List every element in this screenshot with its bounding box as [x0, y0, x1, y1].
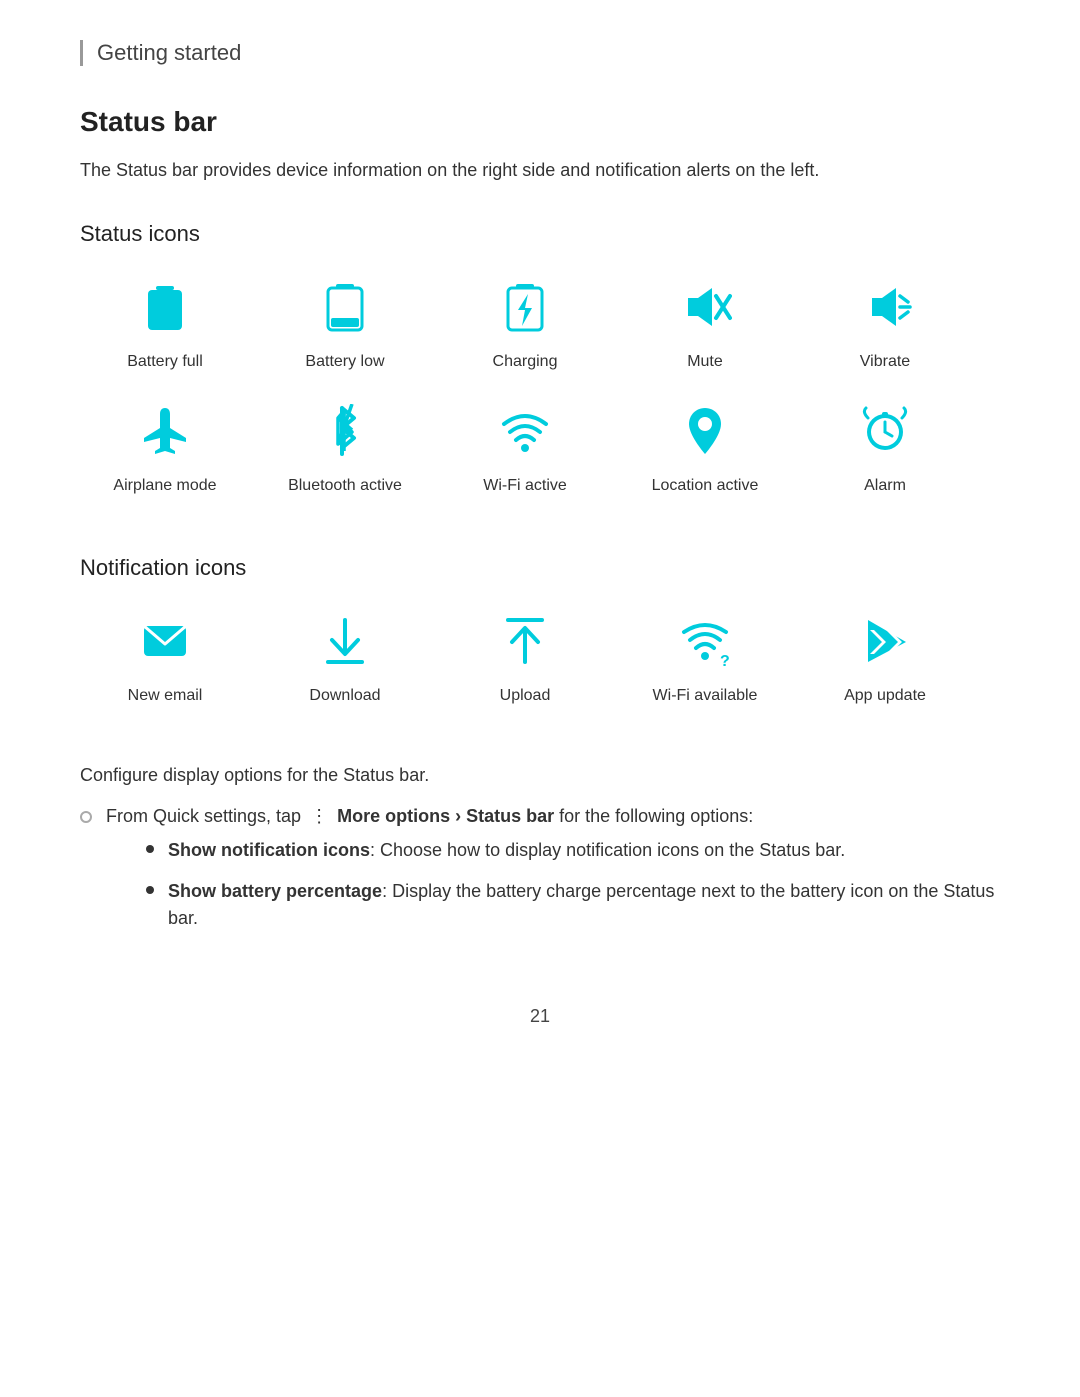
sub-bullet-1: Show notification icons: Choose how to d… [146, 837, 1000, 864]
notification-icons-heading: Notification icons [80, 555, 1000, 581]
new-email-icon [129, 605, 201, 677]
status-icon-vibrate: Vibrate [800, 271, 970, 371]
wifi-active-label: Wi-Fi active [483, 477, 567, 495]
wifi-available-icon: ? [669, 605, 741, 677]
notification-icon-upload: Upload [440, 605, 610, 705]
battery-full-icon [129, 271, 201, 343]
notification-icon-new-email: New email [80, 605, 250, 705]
battery-low-label: Battery low [305, 353, 384, 371]
wifi-active-icon [489, 395, 561, 467]
sub-bullet-2-text: Show battery percentage: Display the bat… [168, 878, 1000, 932]
notification-icon-wifi-available: ? Wi-Fi available [620, 605, 790, 705]
wifi-available-label: Wi-Fi available [653, 687, 758, 705]
mute-icon [669, 271, 741, 343]
status-icons-heading: Status icons [80, 221, 1000, 247]
breadcrumb: Getting started [80, 40, 1000, 66]
upload-icon [489, 605, 561, 677]
charging-label: Charging [493, 353, 558, 371]
alarm-label: Alarm [864, 477, 906, 495]
status-icon-airplane-mode: Airplane mode [80, 395, 250, 495]
bluetooth-active-icon [309, 395, 381, 467]
airplane-mode-icon [129, 395, 201, 467]
mute-label: Mute [687, 353, 723, 371]
breadcrumb-text: Getting started [97, 40, 241, 65]
configure-more-options: More options › Status bar [337, 806, 554, 826]
dot-icon-2 [146, 886, 154, 894]
status-icon-location-active: Location active [620, 395, 790, 495]
bluetooth-active-label: Bluetooth active [288, 477, 402, 495]
sub-bullet-2: Show battery percentage: Display the bat… [146, 878, 1000, 932]
show-notification-bold: Show notification icons [168, 840, 370, 860]
configure-main-prefix: From Quick settings, tap [106, 806, 301, 826]
vibrate-label: Vibrate [860, 353, 910, 371]
app-update-icon [849, 605, 921, 677]
vibrate-icon [849, 271, 921, 343]
configure-list: From Quick settings, tap ⋮ More options … [80, 806, 1000, 946]
download-icon [309, 605, 381, 677]
status-icon-alarm: Alarm [800, 395, 970, 495]
configure-main-end: for the following options: [559, 806, 753, 826]
download-label: Download [309, 687, 380, 705]
notification-icon-app-update: App update [800, 605, 970, 705]
charging-icon [489, 271, 561, 343]
new-email-label: New email [128, 687, 203, 705]
alarm-icon [849, 395, 921, 467]
dot-icon-1 [146, 845, 154, 853]
intro-paragraph: The Status bar provides device informati… [80, 156, 1000, 185]
page-number: 21 [80, 1006, 1000, 1027]
circle-bullet-icon [80, 811, 92, 823]
configure-sub-list: Show notification icons: Choose how to d… [146, 837, 1000, 932]
status-icons-grid: Battery full Battery low Charging [80, 271, 1000, 519]
configure-main-bullet: From Quick settings, tap ⋮ More options … [80, 806, 1000, 946]
configure-text: Configure display options for the Status… [80, 765, 1000, 786]
status-icon-bluetooth-active: Bluetooth active [260, 395, 430, 495]
status-icon-battery-low: Battery low [260, 271, 430, 371]
upload-label: Upload [500, 687, 551, 705]
airplane-mode-label: Airplane mode [113, 477, 216, 495]
configure-main-text: From Quick settings, tap ⋮ More options … [106, 806, 1000, 946]
notification-icons-grid: New email Download Upload [80, 605, 1000, 729]
show-notification-rest: : Choose how to display notification ico… [370, 840, 845, 860]
battery-low-icon [309, 271, 381, 343]
sub-bullet-1-text: Show notification icons: Choose how to d… [168, 837, 845, 864]
page-title: Status bar [80, 106, 1000, 138]
status-icon-battery-full: Battery full [80, 271, 250, 371]
location-active-label: Location active [652, 477, 759, 495]
status-icon-mute: Mute [620, 271, 790, 371]
status-icon-wifi-active: Wi-Fi active [440, 395, 610, 495]
app-update-label: App update [844, 687, 926, 705]
show-battery-bold: Show battery percentage [168, 881, 382, 901]
notification-icon-download: Download [260, 605, 430, 705]
location-active-icon [669, 395, 741, 467]
svg-text:?: ? [720, 653, 730, 668]
battery-full-label: Battery full [127, 353, 203, 371]
status-icon-charging: Charging [440, 271, 610, 371]
three-dot-icon: ⋮ [310, 806, 328, 827]
